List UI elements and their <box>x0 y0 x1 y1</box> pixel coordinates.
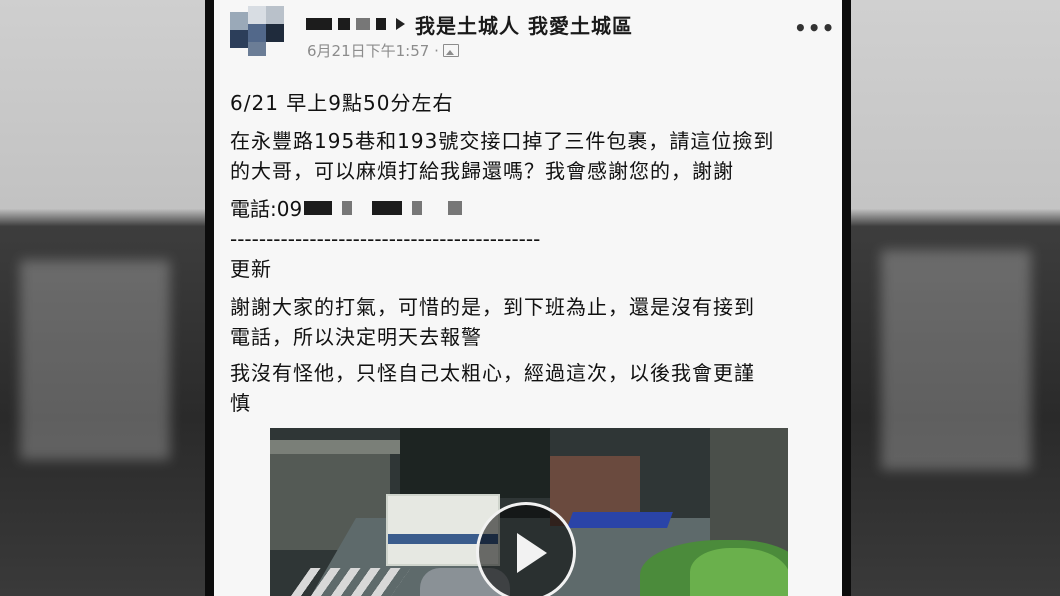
redacted-phone <box>304 200 333 215</box>
phone-bezel-right <box>842 0 851 596</box>
phone-label: 電話:09 <box>230 197 303 221</box>
redacted-phone <box>412 200 423 215</box>
post-text-line: 的大哥，可以麻煩打給我歸還嗎？我會感謝您的，謝謝 <box>230 159 734 183</box>
post-text-line: 慎 <box>230 391 251 415</box>
redacted-author-name <box>376 18 386 30</box>
video-scene-plant <box>690 548 788 596</box>
redacted-author-name <box>338 18 350 30</box>
video-scene <box>567 512 673 528</box>
blurred-background-left <box>0 0 205 596</box>
facebook-post: 我是土城人 我愛土城區 6月21日下午1:57 · ••• 6/21 早上9點5… <box>214 0 842 596</box>
post-text-line: 在永豐路195巷和193號交接口掉了三件包裹，請這位撿到 <box>230 129 775 153</box>
divider-line: ----------------------------------------… <box>230 227 541 251</box>
video-scene <box>289 568 411 596</box>
phone-number-line: 電話:09 <box>230 193 472 222</box>
post-header: 我是土城人 我愛土城區 <box>306 8 633 40</box>
post-timestamp[interactable]: 6月21日下午1:57 · <box>307 40 459 61</box>
post-text-line: 我沒有怪他，只怪自己太粗心，經過這次，以後我會更謹 <box>230 361 755 385</box>
video-scene <box>400 428 550 498</box>
more-options-icon[interactable]: ••• <box>794 16 835 40</box>
blurred-background-right <box>851 0 1060 596</box>
post-text-line: 電話，所以決定明天去報警 <box>230 325 482 349</box>
redacted-phone <box>372 200 403 215</box>
group-name-link[interactable]: 我是土城人 我愛土城區 <box>415 10 633 39</box>
redacted-author-name <box>356 18 370 30</box>
post-text-line: 6/21 早上9點50分左右 <box>230 91 454 115</box>
timestamp-text[interactable]: 6月21日下午1:57 · <box>307 40 439 61</box>
video-thumbnail[interactable] <box>270 428 788 596</box>
post-text-line: 更新 <box>230 257 272 281</box>
shared-to-arrow-icon <box>396 18 405 30</box>
play-icon[interactable] <box>476 502 576 596</box>
redacted-author-name <box>306 18 332 30</box>
redacted-phone <box>448 200 463 215</box>
video-scene <box>270 440 400 454</box>
post-text-line: 謝謝大家的打氣，可惜的是，到下班為止，還是沒有接到 <box>230 295 755 319</box>
avatar[interactable] <box>230 6 294 58</box>
phone-bezel-left <box>205 0 214 596</box>
audience-icon <box>442 44 459 57</box>
redacted-phone <box>342 200 353 215</box>
